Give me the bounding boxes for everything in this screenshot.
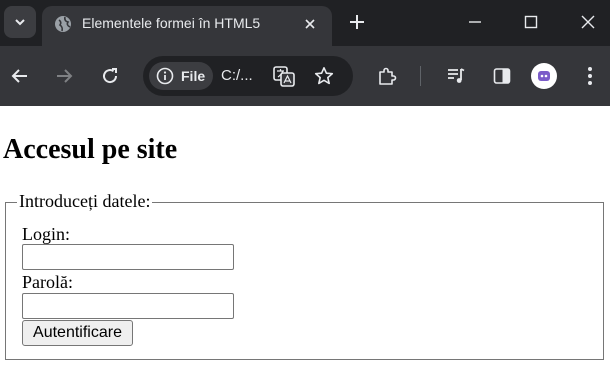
site-info-label: File — [181, 68, 206, 84]
puzzle-icon — [379, 67, 397, 85]
tab-search-button[interactable] — [4, 6, 36, 38]
side-panel-icon — [493, 68, 511, 84]
toolbar-divider — [420, 66, 421, 86]
plus-icon — [350, 15, 364, 29]
reload-icon — [103, 68, 118, 84]
side-panel-button[interactable] — [486, 60, 518, 92]
close-window-button[interactable] — [568, 8, 608, 36]
profile-avatar[interactable] — [531, 63, 557, 89]
playlist-icon — [448, 68, 465, 83]
minimize-icon — [469, 21, 481, 23]
password-input[interactable] — [22, 293, 234, 319]
more-vert-icon — [588, 67, 592, 85]
translate-button[interactable] — [268, 60, 300, 92]
arrow-left-icon — [11, 69, 27, 83]
translate-icon — [273, 66, 295, 87]
media-control-button[interactable] — [440, 60, 472, 92]
browser-toolbar: File C:/... — [0, 46, 610, 106]
fieldset-legend: Introduceți datele: — [17, 190, 153, 212]
back-button[interactable] — [4, 60, 36, 92]
page-content: Accesul pe site Introduceți datele: Logi… — [0, 106, 610, 367]
url-text[interactable]: C:/... — [221, 67, 253, 84]
minimize-button[interactable] — [455, 8, 495, 36]
maximize-icon — [524, 15, 538, 29]
star-icon — [314, 67, 334, 85]
profile-icon — [538, 71, 550, 81]
info-icon — [156, 67, 174, 85]
bookmark-button[interactable] — [308, 60, 340, 92]
tab-title: Elementele formei în HTML5 — [82, 15, 261, 31]
new-tab-button[interactable] — [345, 10, 369, 34]
extensions-button[interactable] — [371, 60, 403, 92]
reload-button[interactable] — [94, 60, 126, 92]
forward-button[interactable] — [48, 60, 80, 92]
globe-icon — [55, 16, 71, 32]
login-button[interactable]: Autentificare — [22, 320, 133, 346]
login-label: Login: — [22, 224, 70, 244]
active-tab[interactable]: Elementele formei în HTML5 — [42, 6, 332, 46]
login-input[interactable] — [22, 244, 234, 270]
page-title: Accesul pe site — [3, 134, 178, 165]
chevron-down-icon — [15, 19, 25, 26]
tab-strip: Elementele formei în HTML5 — [0, 0, 610, 46]
arrow-right-icon — [57, 69, 73, 83]
site-info-chip[interactable]: File — [149, 62, 213, 90]
password-label: Parolă: — [22, 272, 73, 292]
menu-button[interactable] — [574, 60, 606, 92]
maximize-button[interactable] — [511, 8, 551, 36]
close-icon — [581, 15, 595, 29]
tab-close-button[interactable] — [300, 14, 320, 34]
close-icon — [305, 19, 315, 29]
